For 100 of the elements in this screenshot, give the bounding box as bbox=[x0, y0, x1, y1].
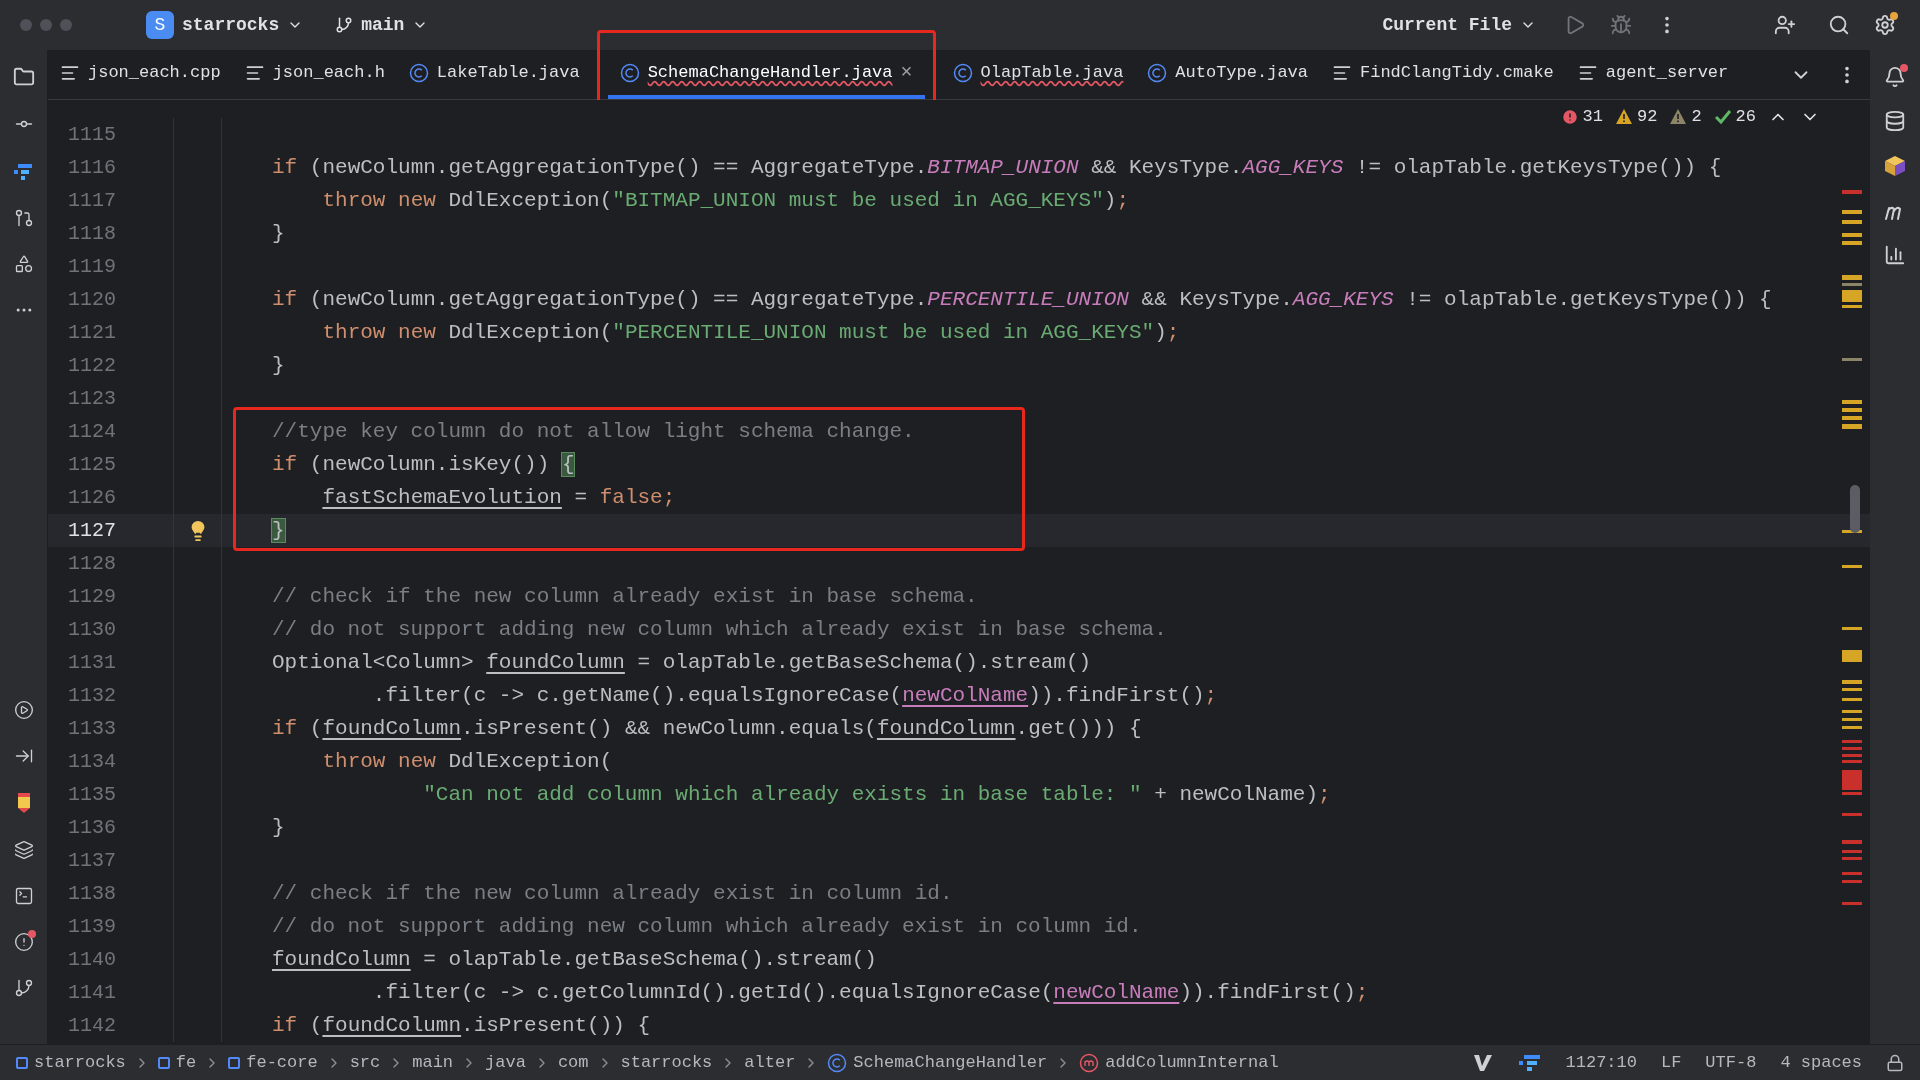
code-text: } bbox=[272, 221, 285, 245]
breadcrumb-item[interactable]: fe-core bbox=[228, 1049, 318, 1076]
editor-tab[interactable]: FindClangTidy.cmake bbox=[1320, 50, 1566, 99]
line-number: 1132 bbox=[67, 682, 116, 709]
variable-text: foundColumn bbox=[486, 650, 625, 674]
parameter-text: newColName bbox=[1053, 980, 1180, 1004]
keyword-text: if bbox=[272, 716, 298, 740]
keyword-text: throw new bbox=[322, 320, 436, 344]
breadcrumb-item[interactable]: java bbox=[485, 1049, 526, 1076]
inspection-count: 31 bbox=[1582, 106, 1603, 128]
code-comment: // check if the new column already exist in base schema. bbox=[272, 584, 978, 608]
breadcrumb-item[interactable]: starrocks bbox=[16, 1049, 126, 1076]
breadcrumb-item[interactable]: SchemaChangeHandler bbox=[827, 1049, 1048, 1076]
branch-switcher[interactable]: main bbox=[327, 7, 437, 43]
inspection-count: 92 bbox=[1637, 106, 1658, 128]
line-number: 1126 bbox=[67, 484, 116, 511]
problems-icon[interactable] bbox=[13, 932, 34, 952]
line-number: 1133 bbox=[67, 715, 116, 742]
line-number: 1127 bbox=[67, 517, 116, 544]
editor-tab[interactable]: OlapTable.java bbox=[940, 50, 1136, 99]
code-text: ) bbox=[1154, 320, 1167, 344]
shapes-icon[interactable] bbox=[13, 254, 34, 274]
notifications-icon[interactable] bbox=[1884, 66, 1906, 88]
line-separator[interactable]: LF bbox=[1660, 1049, 1682, 1076]
code-text: ( bbox=[309, 716, 323, 740]
settings-icon[interactable] bbox=[1874, 14, 1896, 36]
breadcrumb-item[interactable]: addColumnInternal bbox=[1079, 1049, 1279, 1076]
breadcrumb-item[interactable]: starrocks bbox=[620, 1049, 713, 1076]
editor-tab[interactable]: json_each.cpp bbox=[48, 50, 233, 99]
keyword-text: throw new bbox=[322, 749, 436, 773]
file-encoding[interactable]: UTF-8 bbox=[1705, 1049, 1757, 1076]
folder-icon[interactable] bbox=[12, 66, 35, 88]
code-comment: // check if the new column already exist in column id. bbox=[272, 881, 953, 905]
breadcrumb-item[interactable]: alter bbox=[744, 1049, 796, 1076]
string-literal: "PERCENTILE_UNION must be used in AGG_KEYS" bbox=[612, 320, 1155, 344]
tab-label: json_each.h bbox=[272, 61, 385, 84]
debug-icon[interactable] bbox=[1610, 14, 1632, 36]
module-icon bbox=[228, 1056, 241, 1069]
code-text: (newColumn.getAggregationType() == AggregateType. bbox=[309, 155, 928, 179]
run-icon[interactable] bbox=[13, 700, 34, 720]
add-user-icon[interactable] bbox=[1774, 14, 1796, 36]
pencil-icon[interactable] bbox=[15, 792, 32, 814]
constant-text: BITMAP_UNION bbox=[927, 155, 1079, 179]
matched-brace: } bbox=[272, 518, 285, 542]
close-icon[interactable]: × bbox=[900, 57, 913, 88]
code-text: = olapTable.getBaseSchema().stream() bbox=[423, 947, 877, 971]
code-text: Optional<Column> bbox=[272, 650, 475, 674]
tab-label: FindClangTidy.cmake bbox=[1360, 61, 1554, 84]
git-branch-icon[interactable] bbox=[13, 978, 34, 998]
keyword-text: if bbox=[272, 287, 298, 311]
class-icon bbox=[619, 62, 640, 83]
line-number: 1136 bbox=[67, 814, 116, 841]
chart-icon[interactable] bbox=[1884, 244, 1906, 266]
keyword-text: ; bbox=[1204, 683, 1218, 707]
matched-brace: { bbox=[561, 452, 575, 476]
editor-tab[interactable]: AutoType.java bbox=[1135, 50, 1320, 99]
tab-label: agent_server bbox=[1605, 61, 1729, 84]
code-text: } bbox=[272, 353, 285, 377]
module-icon bbox=[157, 1056, 170, 1069]
code-text: && KeysType. bbox=[1141, 287, 1293, 311]
constant-text: PERCENTILE_UNION bbox=[927, 287, 1129, 311]
terminal-icon[interactable] bbox=[13, 886, 34, 906]
line-number: 1125 bbox=[67, 451, 116, 478]
project-switcher[interactable]: S starrocks bbox=[138, 7, 312, 43]
constant-text: AGG_KEYS bbox=[1292, 287, 1394, 311]
structure-icon[interactable] bbox=[1517, 1052, 1542, 1073]
warning-icon bbox=[1615, 107, 1633, 126]
variable-text: foundColumn bbox=[272, 947, 411, 971]
code-text: (newColumn.getAggregationType() == AggregateType. bbox=[309, 287, 928, 311]
line-number: 1122 bbox=[67, 352, 116, 379]
editor-tab[interactable]: agent_server bbox=[1565, 50, 1741, 99]
cube-icon[interactable] bbox=[1883, 154, 1907, 178]
database-icon[interactable] bbox=[1884, 110, 1906, 132]
breadcrumb-item[interactable]: com bbox=[557, 1049, 589, 1076]
run-config-selector[interactable]: Current File bbox=[1382, 11, 1536, 39]
breadcrumb-item[interactable]: src bbox=[349, 1049, 381, 1076]
search-icon[interactable] bbox=[1828, 14, 1850, 36]
code-comment: // do not support adding new column which already exist in column id. bbox=[272, 914, 1142, 938]
indent-setting[interactable]: 4 spaces bbox=[1780, 1049, 1862, 1076]
keyword-text: ; bbox=[1166, 320, 1180, 344]
editor-tab[interactable]: json_each.h bbox=[232, 50, 397, 99]
line-number: 1129 bbox=[67, 583, 116, 610]
breadcrumb-item[interactable]: fe bbox=[157, 1049, 197, 1076]
editor-tab[interactable]: LakeTable.java bbox=[396, 50, 592, 99]
code-text: + newColName) bbox=[1154, 782, 1318, 806]
layers-icon[interactable] bbox=[13, 840, 34, 860]
breadcrumb-item[interactable]: main bbox=[412, 1049, 454, 1076]
lock-icon[interactable] bbox=[1886, 1053, 1904, 1072]
tab-label: AutoType.java bbox=[1175, 61, 1308, 84]
pull-request-icon[interactable] bbox=[13, 208, 34, 228]
run-config-label: Current File bbox=[1382, 13, 1512, 37]
class-icon bbox=[1147, 62, 1168, 83]
line-number: 1139 bbox=[67, 913, 116, 940]
line-number: 1134 bbox=[67, 748, 116, 775]
line-number: 1123 bbox=[67, 385, 116, 412]
code-text: )).findFirst() bbox=[1028, 683, 1205, 707]
line-number: 1128 bbox=[67, 550, 116, 577]
v-logo-icon[interactable] bbox=[1471, 1052, 1494, 1073]
class-icon bbox=[827, 1052, 848, 1073]
cursor-position[interactable]: 1127:10 bbox=[1565, 1049, 1637, 1076]
